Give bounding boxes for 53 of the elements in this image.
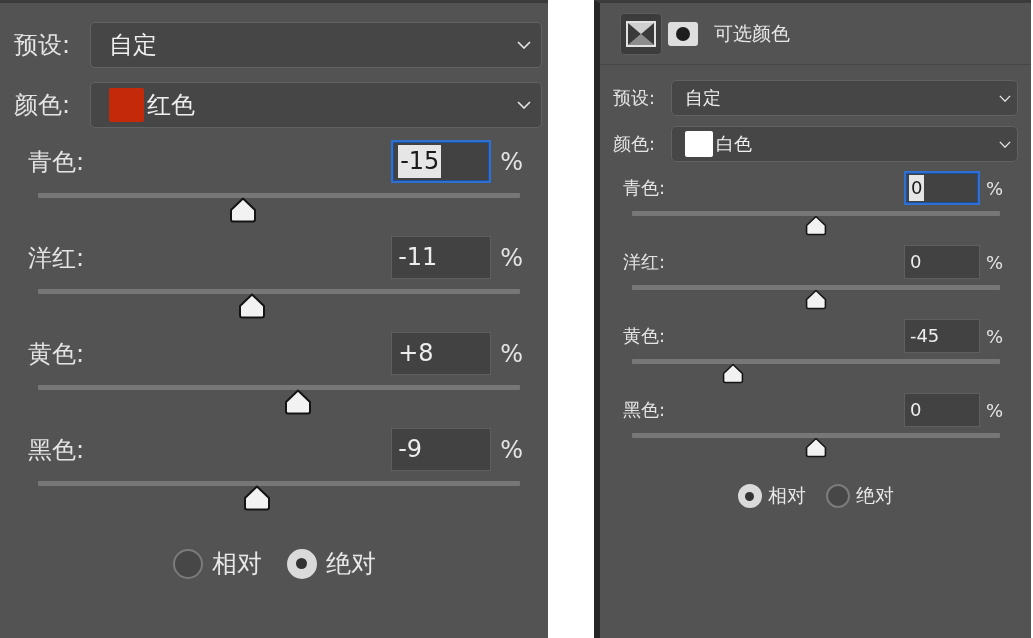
radio-label[interactable]: 绝对 <box>325 547 376 580</box>
chevron-down-icon <box>517 101 531 109</box>
slider-thumb[interactable] <box>805 215 827 236</box>
channel-label: 青色: <box>623 176 667 200</box>
radio-label[interactable]: 相对 <box>767 483 806 509</box>
channel-label: 洋红: <box>28 242 86 274</box>
percent-label: % <box>985 325 1003 347</box>
slider-thumb[interactable] <box>243 485 272 511</box>
channel-label: 洋红: <box>623 250 667 274</box>
channel-label: 黄色: <box>623 324 667 348</box>
value-field[interactable]: 0 <box>903 171 980 205</box>
radio-button[interactable] <box>172 548 203 579</box>
chevron-down-icon <box>999 94 1011 102</box>
value-field[interactable]: -9 <box>391 428 492 471</box>
percent-label: % <box>985 177 1003 199</box>
slider-thumb[interactable] <box>228 197 257 223</box>
dot-square-icon[interactable] <box>668 21 698 46</box>
value-field[interactable]: 0 <box>903 393 980 427</box>
color-dropdown[interactable]: 红色 <box>90 82 542 128</box>
percent-label: % <box>500 147 523 176</box>
chevron-down-icon <box>517 41 531 49</box>
channel-label: 黑色: <box>623 398 667 422</box>
slider-thumb[interactable] <box>722 363 745 384</box>
value-field[interactable]: -11 <box>391 236 492 279</box>
slider-thumb[interactable] <box>805 289 827 310</box>
field-label: 预设: <box>14 30 72 61</box>
field-label: 颜色: <box>14 90 72 121</box>
percent-label: % <box>500 243 523 272</box>
value-field[interactable]: -15 <box>391 140 492 183</box>
field-label: 颜色: <box>613 132 657 156</box>
slider-thumb[interactable] <box>805 437 827 458</box>
channel-label: 黑色: <box>28 434 86 466</box>
radio-label[interactable]: 相对 <box>211 547 262 580</box>
chevron-down-icon <box>999 140 1011 148</box>
field-label: 预设: <box>613 86 657 110</box>
color-dropdown[interactable]: 白色 <box>671 126 1018 162</box>
value-field[interactable]: 0 <box>903 245 980 279</box>
percent-label: % <box>500 435 523 464</box>
radio-button[interactable] <box>825 484 850 508</box>
value-field[interactable]: +8 <box>391 332 492 375</box>
preset-dropdown[interactable]: 自定 <box>671 80 1018 116</box>
percent-label: % <box>500 339 523 368</box>
slider-thumb[interactable] <box>238 293 267 319</box>
value-field[interactable]: -45 <box>903 319 980 353</box>
percent-label: % <box>985 399 1003 421</box>
channel-label: 黄色: <box>28 338 86 370</box>
panel-title: 可选颜色 <box>714 20 790 46</box>
radio-label[interactable]: 绝对 <box>855 483 894 509</box>
preset-dropdown[interactable]: 自定 <box>90 22 542 68</box>
percent-label: % <box>985 251 1003 273</box>
slider-thumb[interactable] <box>284 389 313 415</box>
triangles-square-icon[interactable] <box>620 12 662 55</box>
channel-label: 青色: <box>28 146 86 178</box>
